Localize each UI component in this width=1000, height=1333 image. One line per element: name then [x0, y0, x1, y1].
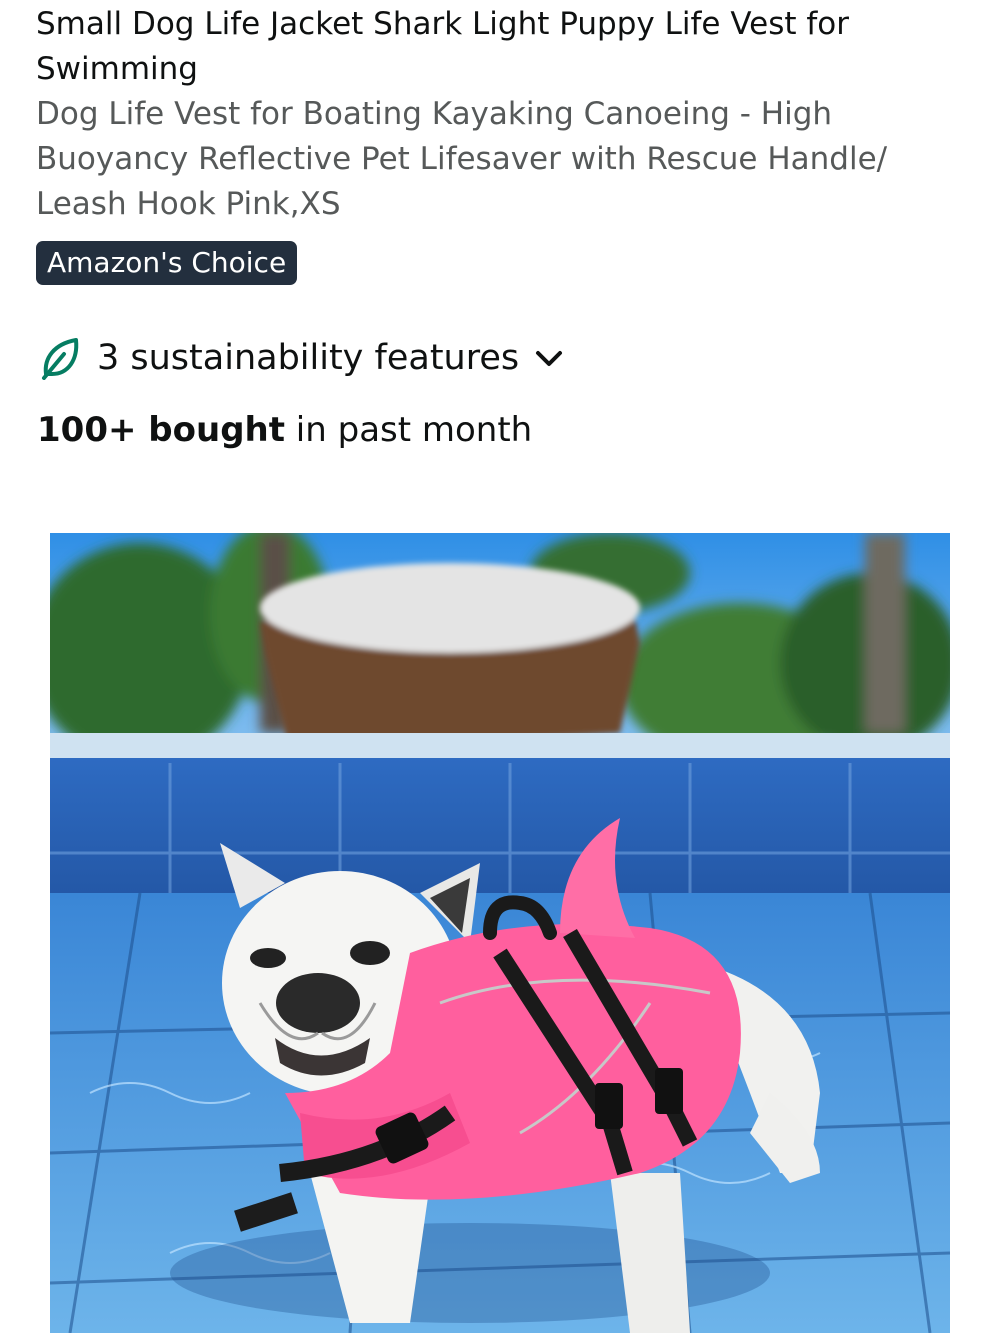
sustainability-label: 3 sustainability features [97, 338, 520, 378]
product-image[interactable] [50, 533, 950, 1333]
bought-suffix: in past month [285, 410, 533, 450]
dog-life-vest-photo [50, 533, 950, 1333]
product-title-secondary: Dog Life Vest for Boating Kayaking Canoe… [36, 96, 888, 222]
sustainability-features-toggle[interactable]: 3 sustainability features [40, 332, 565, 384]
bought-in-past-month: 100+ bought in past month [37, 407, 532, 453]
chevron-down-icon [533, 342, 565, 374]
bought-count: 100+ bought [37, 410, 285, 450]
product-detail-page: Small Dog Life Jacket Shark Light Puppy … [0, 0, 1000, 1333]
amazons-choice-badge[interactable]: Amazon's Choice [36, 241, 298, 285]
product-title-primary: Small Dog Life Jacket Shark Light Puppy … [36, 6, 849, 87]
leaf-icon [40, 336, 80, 380]
product-title[interactable]: Small Dog Life Jacket Shark Light Puppy … [36, 2, 936, 227]
